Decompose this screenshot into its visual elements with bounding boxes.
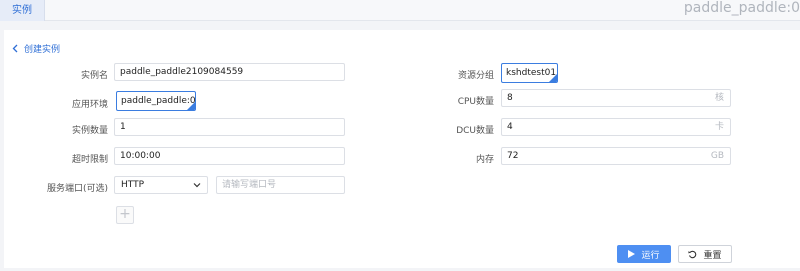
- create-instance-panel: 创建实例 实例名 paddle_paddle2109084559 应用环境 pa…: [4, 30, 800, 268]
- dcu-input[interactable]: 4 卡: [501, 118, 731, 136]
- port-placeholder: 请输写端口号: [222, 180, 277, 190]
- timeout-label: 超时限制: [71, 155, 108, 165]
- memory-label: 内存: [475, 155, 494, 165]
- resource-group-label: 资源分组: [457, 71, 494, 81]
- reset-label: 重置: [703, 250, 722, 261]
- environment-select[interactable]: paddle_paddle:0: [116, 91, 196, 111]
- memory-value: 72: [507, 151, 519, 161]
- instance-count-value: 1: [120, 122, 126, 132]
- port-input[interactable]: 请输写端口号: [216, 176, 345, 194]
- environment-label: 应用环境: [71, 100, 108, 110]
- cpu-unit: 核: [714, 93, 724, 103]
- run-label: 运行: [641, 250, 660, 261]
- instance-count-input[interactable]: 1: [114, 118, 345, 136]
- memory-input[interactable]: 72 GB: [501, 147, 731, 165]
- back-label: 创建实例: [24, 45, 61, 55]
- instance-name-input[interactable]: paddle_paddle2109084559: [114, 63, 345, 81]
- top-bar: 实例 paddle_paddle:0: [0, 0, 800, 21]
- dcu-value: 4: [507, 122, 513, 132]
- instance-name-label: 实例名: [80, 71, 108, 81]
- reset-icon: [688, 250, 697, 258]
- play-icon: [628, 250, 636, 258]
- cpu-label: CPU数量: [457, 97, 494, 107]
- plus-icon: +: [119, 206, 131, 222]
- dcu-unit: 卡: [714, 122, 724, 132]
- reset-button[interactable]: 重置: [678, 245, 732, 263]
- cpu-value: 8: [507, 93, 513, 103]
- add-port-button[interactable]: +: [116, 206, 134, 224]
- run-button[interactable]: 运行: [617, 245, 671, 263]
- chevron-left-icon: [12, 44, 18, 53]
- cpu-input[interactable]: 8 核: [501, 89, 731, 107]
- back-link[interactable]: 创建实例: [12, 42, 60, 55]
- protocol-select[interactable]: HTTP: [114, 176, 208, 194]
- resource-group-select[interactable]: kshdtest01: [501, 63, 558, 83]
- tab-instance[interactable]: 实例: [0, 0, 45, 21]
- timeout-value: 10:00:00: [120, 151, 161, 161]
- service-port-label: 服务端口(可选): [46, 184, 108, 194]
- timeout-input[interactable]: 10:00:00: [114, 147, 345, 165]
- dcu-label: DCU数量: [456, 126, 494, 136]
- instance-count-label: 实例数量: [71, 126, 108, 136]
- corner-indicator-icon: [187, 102, 195, 110]
- protocol-value: HTTP: [121, 180, 145, 190]
- chevron-down-icon: [193, 183, 201, 188]
- memory-unit: GB: [710, 151, 724, 161]
- instance-name-value: paddle_paddle2109084559: [120, 67, 244, 77]
- environment-value: paddle_paddle:0: [121, 96, 196, 106]
- page-title: paddle_paddle:0: [683, 0, 800, 16]
- corner-indicator-icon: [549, 74, 557, 82]
